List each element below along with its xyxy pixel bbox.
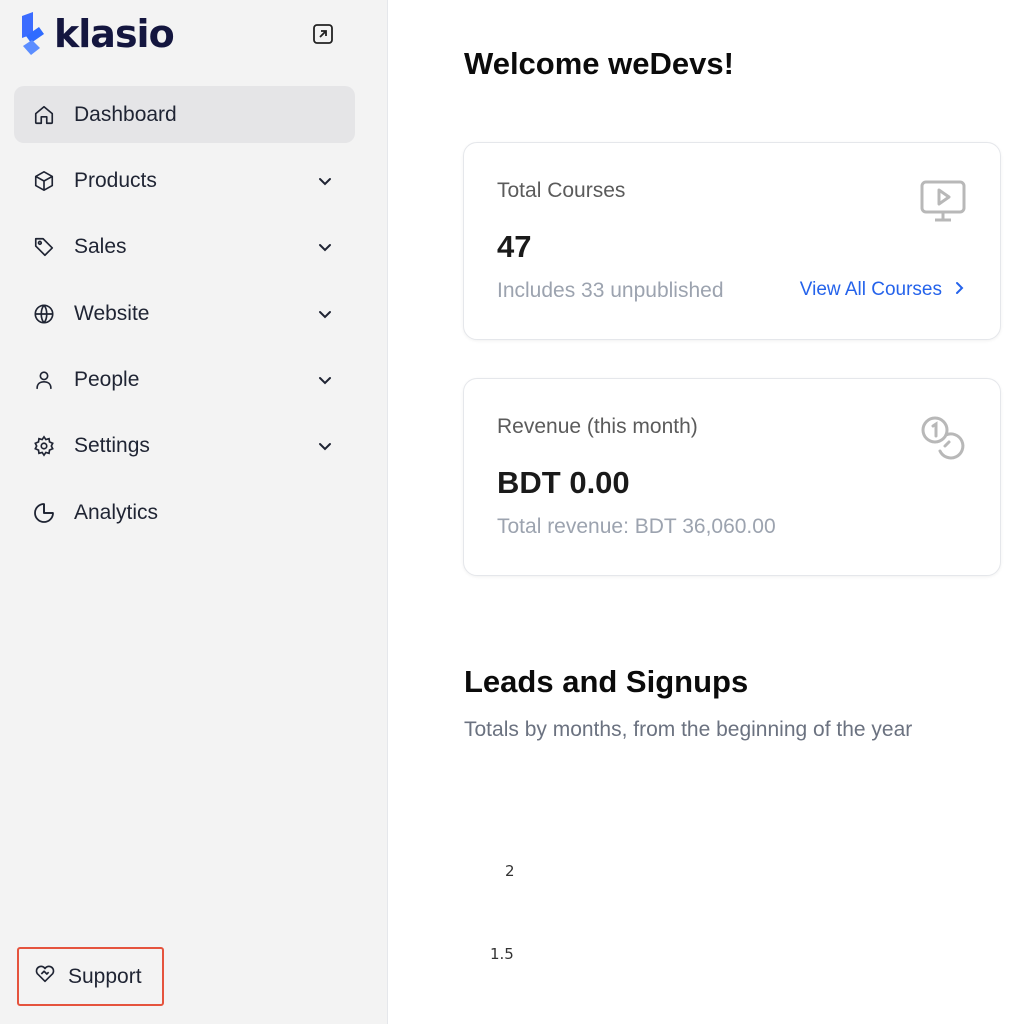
sidebar-item-label: Analytics <box>74 500 159 524</box>
support-button[interactable]: Support <box>17 947 164 1006</box>
card-value: 47 <box>497 229 532 264</box>
card-subtext: Total revenue: BDT 36,060.00 <box>497 515 776 538</box>
link-label: View All Courses <box>799 279 942 300</box>
open-external-icon[interactable] <box>311 22 335 46</box>
sidebar-item-label: Settings <box>74 434 150 458</box>
chevron-down-icon[interactable] <box>315 436 335 456</box>
total-courses-card: Total Courses 47 Includes 33 unpublished… <box>463 142 1001 340</box>
heart-handshake-icon <box>34 963 56 990</box>
sidebar-nav: Dashboard Products Sales Website People … <box>14 86 355 551</box>
leads-chart: 2 1.5 <box>464 840 1004 1024</box>
coins-icon <box>918 413 968 463</box>
sidebar-item-label: Sales <box>74 235 127 259</box>
card-title: Total Courses <box>497 179 626 202</box>
leads-title: Leads and Signups <box>464 664 749 699</box>
sidebar: klasio Dashboard Products Sales Website … <box>0 0 388 1024</box>
y-tick-label: 1.5 <box>490 945 514 963</box>
tag-icon <box>32 235 56 259</box>
card-value: BDT 0.00 <box>497 465 630 500</box>
chevron-down-icon[interactable] <box>315 171 335 191</box>
pie-chart-icon <box>32 501 56 525</box>
support-label: Support <box>68 964 142 988</box>
user-icon <box>32 368 56 392</box>
sidebar-item-people[interactable]: People <box>14 352 355 409</box>
main-content: Welcome weDevs! Total Courses 47 Include… <box>389 0 1022 1024</box>
sidebar-item-label: Products <box>74 168 157 192</box>
sidebar-item-products[interactable]: Products <box>14 152 355 209</box>
brand-name: klasio <box>54 12 175 56</box>
chevron-down-icon[interactable] <box>315 370 335 390</box>
page-title: Welcome weDevs! <box>464 46 734 81</box>
sidebar-item-analytics[interactable]: Analytics <box>14 484 355 541</box>
sidebar-item-website[interactable]: Website <box>14 285 355 342</box>
card-title: Revenue (this month) <box>497 415 698 438</box>
view-all-courses-link[interactable]: View All Courses <box>800 279 964 301</box>
revenue-card: Revenue (this month) BDT 0.00 Total reve… <box>463 378 1001 576</box>
card-subtext: Includes 33 unpublished <box>497 279 724 302</box>
chevron-down-icon[interactable] <box>315 304 335 324</box>
chevron-down-icon[interactable] <box>315 237 335 257</box>
sidebar-item-dashboard[interactable]: Dashboard <box>14 86 355 143</box>
sidebar-item-sales[interactable]: Sales <box>14 219 355 276</box>
video-monitor-icon <box>918 177 968 227</box>
leads-subtitle: Totals by months, from the beginning of … <box>464 718 913 741</box>
klasio-logo-icon <box>20 12 46 56</box>
sidebar-item-label: Website <box>74 301 150 325</box>
y-tick-label: 2 <box>505 862 515 880</box>
globe-icon <box>32 302 56 326</box>
box-icon <box>32 169 56 193</box>
chevron-right-icon <box>954 279 964 301</box>
sidebar-item-label: People <box>74 368 140 392</box>
sidebar-item-label: Dashboard <box>74 102 177 126</box>
brand-logo[interactable]: klasio <box>20 12 175 56</box>
home-icon <box>32 103 56 127</box>
gear-icon <box>32 434 56 458</box>
sidebar-item-settings[interactable]: Settings <box>14 418 355 475</box>
